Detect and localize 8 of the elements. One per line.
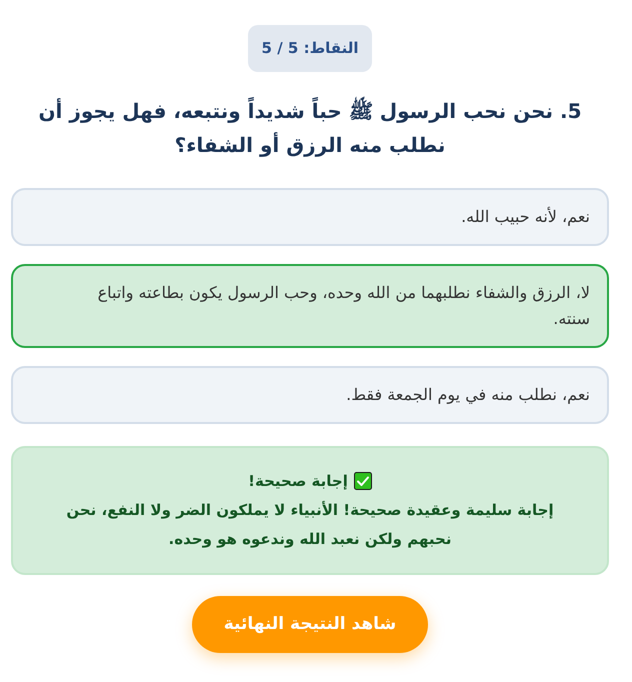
feedback-text: إجابة سليمة وعقيدة صحيحة! الأنبياء لا يملكون الضر ولا النفع، نحن نحبهم ولكن نعبد الله وندعوه هو وحده. (65, 500, 555, 550)
question-title: 5. نحن نحب الرسول ﷺ حباً شديداً ونتبعه، فهل يجوز أن نطلب منه الرزق أو الشفاء؟ (21, 94, 599, 162)
score-badge: النقاط: 5 / 5 (248, 25, 372, 72)
answer-option[interactable]: نعم، نطلب منه في يوم الجمعة فقط. (11, 366, 609, 424)
check-mark-icon (354, 472, 372, 490)
feedback-title: إجابة صحيحة! (248, 471, 348, 492)
answer-option[interactable]: لا، الرزق والشفاء نطلبهما من الله وحده، وحب الرسول يكون بطاعته واتباع سنته. (11, 264, 609, 348)
answer-option[interactable]: نعم، لأنه حبيب الله. (11, 188, 609, 246)
